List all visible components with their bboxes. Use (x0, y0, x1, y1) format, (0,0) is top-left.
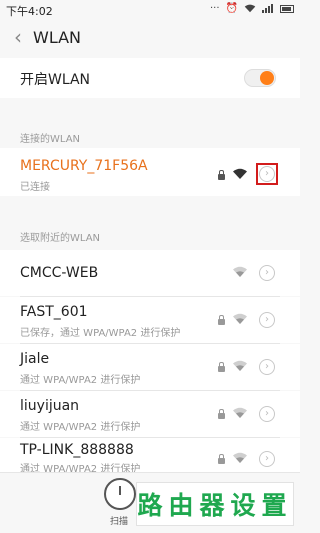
network-status: 通过 WPA/WPA2 进行保护 (20, 375, 141, 386)
network-ssid: CMCC-WEB (20, 265, 99, 281)
network-details-arrow-icon[interactable]: › (259, 451, 275, 467)
network-details-arrow-icon[interactable]: › (259, 359, 275, 375)
status-time: 下午4:02 (6, 5, 53, 18)
signal-icon (262, 4, 273, 13)
wlan-toggle-row[interactable]: 开启WLAN (0, 58, 300, 98)
page-title: WLAN (33, 28, 82, 47)
lock-icon (218, 362, 225, 372)
lock-icon (218, 170, 225, 180)
network-details-arrow-icon[interactable]: › (259, 312, 275, 328)
toggle-knob (260, 71, 274, 85)
scan-label: 扫描 (110, 517, 129, 527)
battery-icon (280, 4, 294, 13)
network-status: 已保存，通过 WPA/WPA2 进行保护 (20, 328, 181, 339)
wifi-strong-icon (233, 168, 247, 179)
scan-button[interactable] (104, 478, 136, 510)
wifi-weak-icon (233, 452, 247, 463)
back-arrow-icon[interactable]: ‹ (14, 27, 22, 47)
lock-icon (218, 454, 225, 464)
wifi-weak-icon (233, 313, 247, 324)
status-bar: 下午4:02 ··· ⏰ (0, 0, 300, 20)
wlan-toggle-switch[interactable] (244, 69, 276, 87)
network-row[interactable]: CMCC-WEB › (0, 250, 300, 296)
wifi-weak-icon (233, 266, 247, 277)
network-row[interactable]: TP-LINK_888888 通过 WPA/WPA2 进行保护 › (0, 438, 300, 475)
connected-network-row[interactable]: MERCURY_71F56A 已连接 › (0, 148, 300, 196)
more-icon: ··· (210, 3, 220, 14)
scan-icon (119, 486, 121, 495)
wlan-toggle-label: 开启WLAN (20, 72, 91, 88)
nearby-section-header: 选取附近的WLAN (20, 233, 101, 244)
network-details-arrow-icon[interactable]: › (259, 406, 275, 422)
connected-section-header: 连接的WLAN (20, 134, 81, 145)
title-bar: ‹ WLAN (0, 20, 300, 58)
watermark-logo: 路由器设置 (136, 482, 294, 526)
connected-ssid: MERCURY_71F56A (20, 158, 148, 174)
network-row[interactable]: liuyijuan 通过 WPA/WPA2 进行保护 › (0, 391, 300, 437)
network-ssid: liuyijuan (20, 398, 80, 414)
wifi-weak-icon (233, 360, 247, 371)
watermark-text: 路由器设置 (137, 491, 293, 520)
network-details-arrow-icon[interactable]: › (259, 265, 275, 281)
network-row[interactable]: FAST_601 已保存，通过 WPA/WPA2 进行保护 › (0, 297, 300, 343)
lock-icon (218, 315, 225, 325)
network-status: 通过 WPA/WPA2 进行保护 (20, 422, 141, 433)
network-ssid: TP-LINK_888888 (20, 442, 134, 458)
connected-status: 已连接 (20, 182, 50, 193)
wifi-status-icon (244, 4, 256, 13)
network-row[interactable]: Jiale 通过 WPA/WPA2 进行保护 › (0, 344, 300, 390)
alarm-icon: ⏰ (225, 3, 238, 14)
network-ssid: Jiale (20, 351, 50, 367)
wifi-weak-icon (233, 407, 247, 418)
network-details-arrow-icon[interactable]: › (259, 166, 275, 182)
status-icons: ··· ⏰ (210, 3, 294, 14)
lock-icon (218, 409, 225, 419)
network-ssid: FAST_601 (20, 304, 88, 320)
